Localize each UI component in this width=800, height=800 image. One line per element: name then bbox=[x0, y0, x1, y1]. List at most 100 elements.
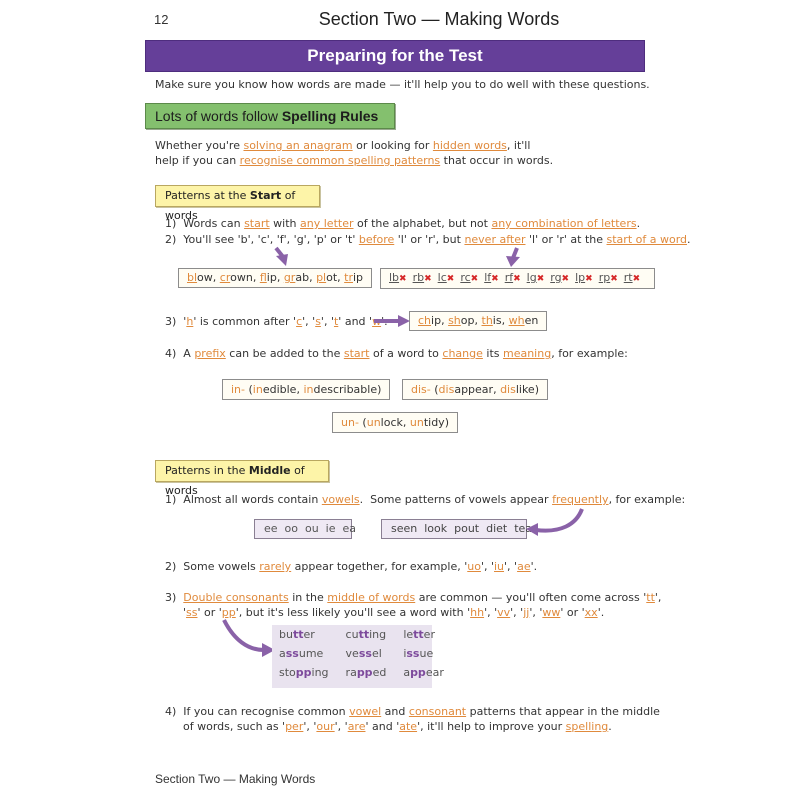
link-spelling-patterns[interactable]: recognise common spelling patterns bbox=[240, 154, 441, 167]
link-prefix[interactable]: prefix bbox=[194, 347, 225, 360]
pattern-per[interactable]: per bbox=[285, 720, 303, 733]
example-word: grab bbox=[283, 271, 310, 284]
num: 4) bbox=[165, 347, 177, 360]
letter-t[interactable]: t bbox=[334, 315, 338, 328]
link-start-of-word[interactable]: start of a word bbox=[607, 233, 688, 246]
prefix-dis-box: dis- (disappear, dislike) bbox=[402, 379, 548, 400]
pair-tt[interactable]: tt bbox=[646, 591, 655, 604]
pair-hh[interactable]: hh bbox=[470, 606, 484, 619]
grid-word: assume bbox=[279, 647, 324, 660]
text: its bbox=[482, 347, 503, 360]
link-rarely[interactable]: rarely bbox=[259, 560, 291, 573]
link-meaning[interactable]: meaning bbox=[503, 347, 551, 360]
link-spelling[interactable]: spelling bbox=[566, 720, 609, 733]
pair-ww[interactable]: ww bbox=[542, 606, 560, 619]
cross-icon: ✖ bbox=[399, 274, 407, 284]
word-highlight: fl bbox=[259, 271, 267, 284]
text: in the bbox=[288, 591, 328, 604]
double-letters: pp bbox=[356, 666, 373, 679]
heading-plain: Lots of words follow bbox=[155, 108, 282, 124]
text: , for example: bbox=[608, 493, 686, 506]
prefix-in-box: in- (inedible, indescribable) bbox=[222, 379, 391, 400]
start-point-1: 1) Words can start with any letter of th… bbox=[165, 216, 645, 231]
pair-xx[interactable]: xx bbox=[585, 606, 598, 619]
grid-word: vessel bbox=[345, 647, 382, 660]
link-vowels[interactable]: vowels bbox=[322, 493, 360, 506]
grid-word: cutting bbox=[345, 628, 387, 641]
pair-vv[interactable]: vv bbox=[497, 606, 510, 619]
text: If you can recognise common bbox=[183, 705, 350, 718]
arrow-down-icon bbox=[506, 247, 520, 267]
pattern-are[interactable]: are bbox=[348, 720, 366, 733]
num: 4) bbox=[165, 705, 177, 718]
text: ', it'll help to improve your bbox=[417, 720, 566, 733]
forbidden-pair: rf✖ bbox=[505, 271, 527, 284]
link-any-combination[interactable]: any combination of letters bbox=[491, 217, 636, 230]
text: Words can bbox=[183, 217, 245, 230]
running-title: Section Two — Making Words bbox=[318, 9, 560, 29]
example-word: shop bbox=[448, 314, 475, 327]
pair-text: rp bbox=[598, 271, 611, 284]
text: describable) bbox=[313, 383, 382, 396]
pair-text: rt bbox=[623, 271, 633, 284]
link-start[interactable]: start bbox=[344, 347, 370, 360]
prefix-hl: in bbox=[303, 383, 314, 396]
grid-word: letter bbox=[403, 628, 435, 641]
cross-icon: ✖ bbox=[561, 274, 570, 284]
text: appear, bbox=[454, 383, 501, 396]
link-vowel[interactable]: vowel bbox=[349, 705, 381, 718]
word-highlight: th bbox=[481, 314, 493, 327]
text-bold: Start bbox=[249, 189, 282, 202]
arrow-right-icon bbox=[374, 315, 410, 327]
forbidden-pair: rc✖ bbox=[460, 271, 484, 284]
num: 3) bbox=[165, 315, 177, 328]
page-title: Preparing for the Test bbox=[145, 40, 645, 72]
text: . bbox=[636, 217, 641, 230]
grid-row: assume vessel issue bbox=[272, 644, 454, 663]
middle-patterns-heading: Patterns in the Middle of words bbox=[155, 460, 329, 497]
link-never-after[interactable]: never after bbox=[464, 233, 525, 246]
link-consonant[interactable]: consonant bbox=[409, 705, 466, 718]
num: 2) bbox=[165, 560, 177, 573]
pattern-ate[interactable]: ate bbox=[399, 720, 417, 733]
link-any-letter[interactable]: any letter bbox=[300, 217, 353, 230]
intro-text: Make sure you know how words are made — … bbox=[155, 78, 650, 91]
word-highlight: wh bbox=[508, 314, 525, 327]
link-before[interactable]: before bbox=[359, 233, 394, 246]
link-middle-of-words[interactable]: middle of words bbox=[327, 591, 415, 604]
pair-ae[interactable]: ae bbox=[517, 560, 531, 573]
curved-arrow-icon bbox=[222, 619, 275, 657]
letter-s[interactable]: s bbox=[315, 315, 321, 328]
pattern-our[interactable]: our bbox=[316, 720, 334, 733]
cross-icon: ✖ bbox=[513, 274, 521, 284]
vowel-patterns-box: ee oo ou ie ea bbox=[254, 519, 356, 539]
num: 1) bbox=[165, 217, 177, 230]
middle-point-1: 1) Almost all words contain vowels. Some… bbox=[165, 492, 685, 507]
pair-ss[interactable]: ss bbox=[186, 606, 197, 619]
link-solving-anagram[interactable]: solving an anagram bbox=[243, 139, 352, 152]
pair-uo[interactable]: uo bbox=[467, 560, 481, 573]
example-word: crown bbox=[219, 271, 253, 284]
link-start[interactable]: start bbox=[244, 217, 270, 230]
link-frequently[interactable]: frequently bbox=[552, 493, 609, 506]
lead-paragraph: Whether you're solving an anagram or loo… bbox=[155, 138, 625, 168]
forbidden-pair: rp✖ bbox=[599, 271, 624, 284]
link-change[interactable]: change bbox=[442, 347, 482, 360]
text: of the alphabet, but not bbox=[353, 217, 492, 230]
pair-text: rb bbox=[412, 271, 425, 284]
section-heading: Lots of words follow Spelling Rules bbox=[145, 103, 395, 129]
start-point-3: 3) 'h' is common after 'c', 's', 't' and… bbox=[165, 314, 388, 329]
pair-iu[interactable]: iu bbox=[494, 560, 504, 573]
cross-icon: ✖ bbox=[610, 274, 618, 284]
pair-text: lp bbox=[575, 271, 586, 284]
text: , for example: bbox=[551, 347, 628, 360]
example-word: this bbox=[481, 314, 502, 327]
grid-word: rapped bbox=[345, 666, 387, 679]
link-hidden-words[interactable]: hidden words bbox=[433, 139, 507, 152]
link-double-consonants[interactable]: Double consonants bbox=[183, 591, 288, 604]
pair-jj[interactable]: jj bbox=[523, 606, 529, 619]
h-words-box: chip, shop, this, when bbox=[409, 311, 548, 331]
letter-c[interactable]: c bbox=[296, 315, 302, 328]
text: Patterns at the bbox=[165, 189, 250, 202]
example-word: when bbox=[508, 314, 539, 327]
